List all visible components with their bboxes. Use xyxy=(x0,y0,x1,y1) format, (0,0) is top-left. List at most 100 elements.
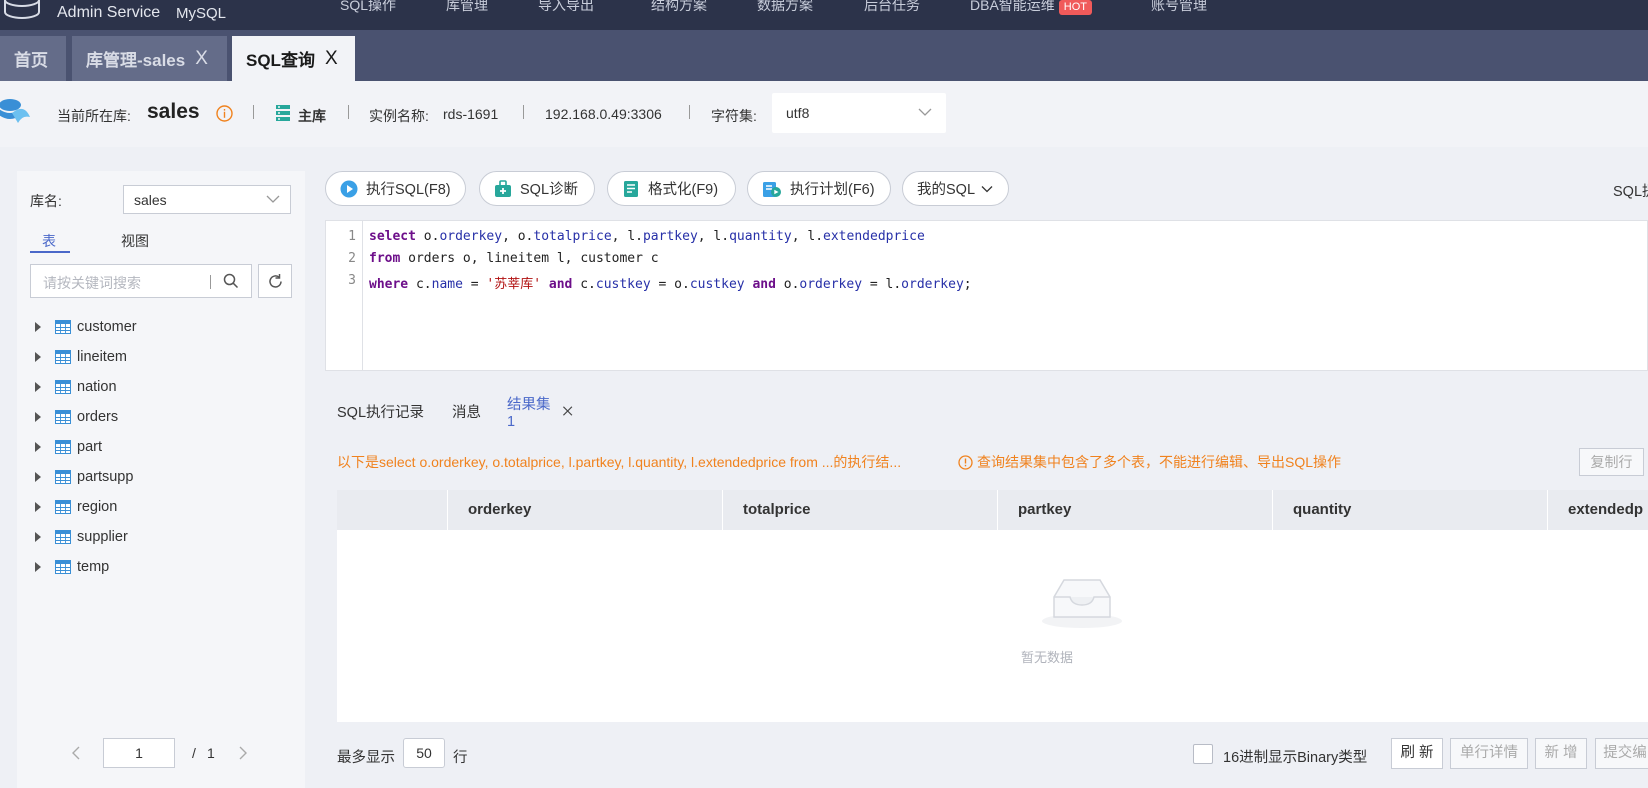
page-separator: / xyxy=(192,745,196,761)
tab-label: SQL查询 xyxy=(246,51,315,70)
current-db-name: sales xyxy=(147,100,200,123)
table-name: supplier xyxy=(77,529,128,545)
code-line: select o.orderkey, o.totalprice, l.partk… xyxy=(369,229,925,244)
table-tree-item[interactable]: customer xyxy=(35,317,137,337)
sql-right-truncated[interactable]: SQL提 xyxy=(1613,180,1648,201)
result-warning: 查询结果集中包含了多个表，不能进行编辑、导出SQL操作 xyxy=(958,452,1341,472)
tab-views[interactable]: 视图 xyxy=(121,231,149,251)
execution-plan-label: 执行计划(F6) xyxy=(790,182,875,198)
next-page-icon[interactable] xyxy=(238,746,248,760)
hot-badge: HOT xyxy=(1058,0,1093,15)
menu-dba-ops-label: DBA智能运维 xyxy=(970,0,1055,13)
column-header[interactable]: orderkey xyxy=(447,490,722,530)
page-input[interactable]: 1 xyxy=(103,738,175,768)
tab-db-manage-sales[interactable]: 库管理-sales X xyxy=(72,36,227,81)
close-icon[interactable]: X xyxy=(195,48,208,70)
execute-sql-button[interactable]: 执行SQL(F8) xyxy=(325,171,466,206)
expand-arrow-icon[interactable] xyxy=(35,472,41,482)
separator xyxy=(689,105,690,119)
db-select[interactable]: sales xyxy=(123,185,291,214)
menu-schema-plan[interactable]: 结构方案 xyxy=(651,0,707,15)
brand-name: Admin Service xyxy=(57,4,161,21)
table-tree-item[interactable]: lineitem xyxy=(35,347,127,367)
max-rows-input[interactable]: 50 xyxy=(403,738,445,768)
db-name-label: 库名: xyxy=(30,193,62,209)
menu-account[interactable]: 账号管理 xyxy=(1151,0,1207,15)
row-detail-button[interactable]: 单行详情 xyxy=(1450,738,1528,769)
tab-label: 库管理-sales xyxy=(86,51,186,70)
chevron-down-icon xyxy=(981,185,993,192)
refresh-button[interactable] xyxy=(258,264,292,298)
refresh-results-button[interactable]: 刷 新 xyxy=(1391,738,1443,769)
menu-db-manage[interactable]: 库管理 xyxy=(446,0,488,15)
tab-home-label: 首页 xyxy=(14,51,48,70)
table-tree-item[interactable]: partsupp xyxy=(35,467,133,487)
left-panel: 库名: sales 表 视图 请按关键词搜索 customer lineitem n… xyxy=(17,171,305,788)
expand-arrow-icon[interactable] xyxy=(35,382,41,392)
my-sql-dropdown[interactable]: 我的SQL xyxy=(902,171,1009,206)
format-label: 格式化(F9) xyxy=(648,182,719,198)
table-tree-item[interactable]: region xyxy=(35,497,117,517)
table-tree-item[interactable]: temp xyxy=(35,557,109,577)
result-warning-text: 查询结果集中包含了多个表，不能进行编辑、导出SQL操作 xyxy=(977,454,1342,470)
binary-hex-checkbox[interactable] xyxy=(1193,744,1213,764)
expand-arrow-icon[interactable] xyxy=(35,532,41,542)
db-type: MySQL xyxy=(176,5,227,22)
menu-data-plan[interactable]: 数据方案 xyxy=(757,0,813,15)
current-db-label: 当前所在库: xyxy=(57,108,131,124)
menu-sql-ops[interactable]: SQL操作 xyxy=(340,0,396,15)
code-line: where c.name = '苏莘库' and c.custkey = o.c… xyxy=(369,277,972,292)
tab-sql-query[interactable]: SQL查询 X xyxy=(232,36,355,81)
prev-page-icon[interactable] xyxy=(71,746,81,760)
tab-home[interactable]: 首页 xyxy=(0,36,66,81)
menu-background-tasks[interactable]: 后台任务 xyxy=(864,0,920,15)
tab-resultset-1[interactable]: 结果集1 xyxy=(495,387,585,435)
table-tree-item[interactable]: nation xyxy=(35,377,117,397)
expand-arrow-icon[interactable] xyxy=(35,322,41,332)
charset-select[interactable]: utf8 xyxy=(772,93,946,133)
table-name: region xyxy=(77,499,118,515)
search-placeholder: 请按关键词搜索 xyxy=(43,275,141,291)
rows-unit-label: 行 xyxy=(453,750,468,766)
column-header[interactable]: totalprice xyxy=(722,490,997,530)
format-button[interactable]: 格式化(F9) xyxy=(607,171,736,206)
table-tree-item[interactable]: orders xyxy=(35,407,118,427)
chevron-down-icon xyxy=(918,108,932,116)
instance-name-label: 实例名称: xyxy=(369,108,429,124)
row-index-header xyxy=(337,490,447,530)
search-icon[interactable] xyxy=(223,273,239,289)
sql-diagnose-button[interactable]: SQL诊断 xyxy=(479,171,595,206)
page-tabs-bar: 首页 库管理-sales X SQL查询 X xyxy=(0,30,1648,81)
info-icon[interactable] xyxy=(216,105,233,122)
table-icon xyxy=(55,320,71,334)
expand-arrow-icon[interactable] xyxy=(35,352,41,362)
submit-edit-button[interactable]: 提交编 xyxy=(1595,738,1648,769)
tab-label: 消息 xyxy=(452,404,481,421)
table-search-input[interactable]: 请按关键词搜索 xyxy=(30,264,252,298)
table-tree-item[interactable]: supplier xyxy=(35,527,128,547)
close-icon[interactable]: X xyxy=(325,48,338,70)
tab-tables[interactable]: 表 xyxy=(42,231,56,251)
column-header[interactable]: quantity xyxy=(1272,490,1547,530)
expand-arrow-icon[interactable] xyxy=(35,442,41,452)
sql-editor[interactable]: 1 2 3 select o.orderkey, o.totalprice, l… xyxy=(325,220,1648,371)
sql-diagnose-label: SQL诊断 xyxy=(520,182,579,198)
tab-messages[interactable]: 消息 xyxy=(440,387,493,435)
close-icon[interactable] xyxy=(562,405,573,417)
tab-sql-history[interactable]: SQL执行记录 xyxy=(325,387,436,435)
expand-arrow-icon[interactable] xyxy=(35,412,41,422)
table-name: lineitem xyxy=(77,349,127,365)
column-header[interactable]: extendedp xyxy=(1547,490,1648,530)
empty-data-text: 暂无数据 xyxy=(1020,650,1073,665)
add-row-button[interactable]: 新 增 xyxy=(1535,738,1587,769)
table-tree-item[interactable]: part xyxy=(35,437,102,457)
column-header[interactable]: partkey xyxy=(997,490,1272,530)
copy-row-button[interactable]: 复制行 xyxy=(1579,448,1644,476)
menu-dba-ops[interactable]: DBA智能运维 HOT xyxy=(970,0,1093,15)
master-db-label: 主库 xyxy=(298,108,326,124)
expand-arrow-icon[interactable] xyxy=(35,502,41,512)
expand-arrow-icon[interactable] xyxy=(35,562,41,572)
menu-import-export[interactable]: 导入导出 xyxy=(538,0,594,15)
table-name: partsupp xyxy=(77,469,134,485)
execution-plan-button[interactable]: 执行计划(F6) xyxy=(747,171,891,206)
